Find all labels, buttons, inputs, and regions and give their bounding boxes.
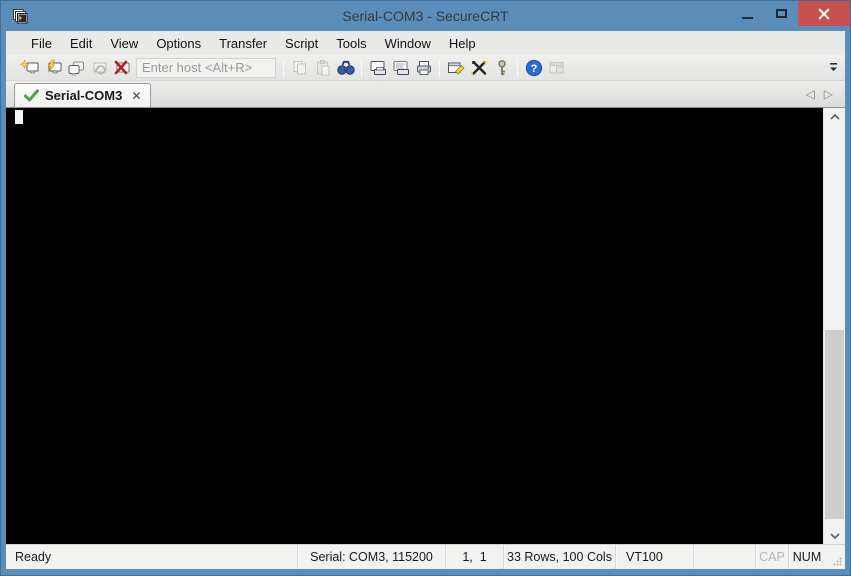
- session-options-button[interactable]: [444, 57, 467, 79]
- toolbar-separator: [439, 58, 440, 77]
- status-bar: Ready Serial: COM3, 115200 1, 1 33 Rows,…: [6, 544, 845, 569]
- securecrt-window: Serial-COM3 - SecureCRT File Edit View O…: [0, 0, 851, 576]
- securecrt-logo-icon: [12, 8, 27, 23]
- auto-print-button[interactable]: [389, 57, 412, 79]
- connect-button[interactable]: [41, 57, 64, 79]
- scroll-up-button[interactable]: [824, 108, 845, 125]
- menu-bar: File Edit View Options Transfer Script T…: [6, 31, 845, 55]
- status-empty-cell: [693, 545, 755, 569]
- maximize-button[interactable]: [764, 1, 798, 26]
- menu-transfer[interactable]: Transfer: [210, 31, 276, 55]
- copy-icon: [293, 60, 306, 74]
- paste-button: [311, 57, 334, 79]
- status-caps-indicator: CAP: [755, 545, 788, 569]
- menu-script[interactable]: Script: [276, 31, 327, 55]
- chevron-down-icon: [829, 62, 837, 71]
- status-num-indicator: NUM: [788, 545, 825, 569]
- scrollbar-track[interactable]: [824, 125, 845, 527]
- maximize-icon: [775, 9, 787, 18]
- svg-text:?: ?: [530, 63, 537, 75]
- status-grid-size: 33 Rows, 100 Cols: [503, 545, 615, 569]
- menu-view[interactable]: View: [101, 31, 147, 55]
- window-content: File Edit View Options Transfer Script T…: [6, 31, 845, 569]
- keymap-editor-icon: [497, 59, 506, 75]
- toolbar-separator: [283, 58, 284, 77]
- connect-in-tab-icon: [68, 61, 84, 75]
- status-serial-info: Serial: COM3, 115200: [297, 545, 445, 569]
- menu-help[interactable]: Help: [440, 31, 485, 55]
- minimize-button[interactable]: [730, 1, 764, 26]
- keymap-editor-button[interactable]: [490, 57, 513, 79]
- toolbar-overflow-button[interactable]: [827, 60, 839, 74]
- scroll-down-button[interactable]: [824, 527, 845, 544]
- help-icon: ?: [525, 59, 542, 76]
- scrollbar-thumb[interactable]: [825, 330, 844, 519]
- menu-file[interactable]: File: [22, 31, 61, 55]
- copy-button: [288, 57, 311, 79]
- tab-scroll-left-icon[interactable]: ◁: [806, 87, 815, 101]
- status-ready: Ready: [15, 550, 52, 564]
- toolbar-separator: [361, 58, 362, 77]
- minimize-icon: [741, 16, 753, 19]
- tile-windows-button: [545, 57, 568, 79]
- connected-check-icon: [24, 89, 39, 102]
- help-button[interactable]: ?: [522, 57, 545, 79]
- global-options-icon: [469, 59, 488, 75]
- paste-icon: [316, 59, 329, 75]
- print-icon: [416, 60, 431, 75]
- menu-tools[interactable]: Tools: [327, 31, 375, 55]
- quick-connect-button[interactable]: [18, 57, 41, 79]
- vertical-scrollbar: [823, 108, 845, 544]
- menu-edit[interactable]: Edit: [61, 31, 101, 55]
- tab-bar: Serial-COM3 ✕ ◁ ▷: [6, 81, 845, 107]
- tab-close-icon[interactable]: ✕: [131, 90, 141, 102]
- connect-icon: [47, 59, 61, 73]
- window-controls: [730, 1, 850, 26]
- print-button[interactable]: [412, 57, 435, 79]
- tab-serial-com3[interactable]: Serial-COM3 ✕: [14, 83, 152, 107]
- menu-window[interactable]: Window: [376, 31, 440, 55]
- find-button[interactable]: [334, 57, 357, 79]
- chevron-down-icon: [829, 532, 840, 539]
- close-icon: [818, 8, 830, 20]
- connect-in-tab-button[interactable]: [64, 57, 87, 79]
- host-input[interactable]: [136, 57, 276, 78]
- tab-label: Serial-COM3: [45, 88, 123, 103]
- disconnect-icon: [114, 60, 129, 74]
- find-icon: [336, 60, 355, 75]
- titlebar: Serial-COM3 - SecureCRT: [1, 1, 850, 31]
- terminal-screen[interactable]: [6, 108, 823, 544]
- session-options-icon: [447, 62, 464, 74]
- status-cursor-position: 1, 1: [445, 545, 503, 569]
- disconnect-button[interactable]: [110, 57, 133, 79]
- status-emulation: VT100: [615, 545, 693, 569]
- chevron-up-icon: [829, 113, 840, 120]
- resize-grip-icon: [833, 557, 842, 566]
- global-options-button[interactable]: [467, 57, 490, 79]
- auto-print-icon: [393, 60, 409, 75]
- reconnect-icon: [93, 62, 106, 74]
- close-button[interactable]: [798, 1, 850, 26]
- tab-scroll-arrows: ◁ ▷: [806, 87, 833, 101]
- window-title: Serial-COM3 - SecureCRT: [342, 8, 509, 24]
- menu-options[interactable]: Options: [147, 31, 210, 55]
- terminal-cursor: [15, 110, 23, 124]
- tab-scroll-right-icon[interactable]: ▷: [824, 87, 833, 101]
- terminal-area: [6, 107, 845, 544]
- app-icon[interactable]: [11, 7, 29, 25]
- quick-connect-icon: [19, 58, 38, 73]
- toolbar: ?: [6, 55, 845, 81]
- print-screen-button[interactable]: [366, 57, 389, 79]
- toolbar-separator: [517, 58, 518, 77]
- reconnect-button: [87, 57, 110, 79]
- print-screen-icon: [370, 60, 386, 75]
- resize-grip[interactable]: [825, 545, 845, 569]
- tile-windows-icon: [549, 61, 563, 73]
